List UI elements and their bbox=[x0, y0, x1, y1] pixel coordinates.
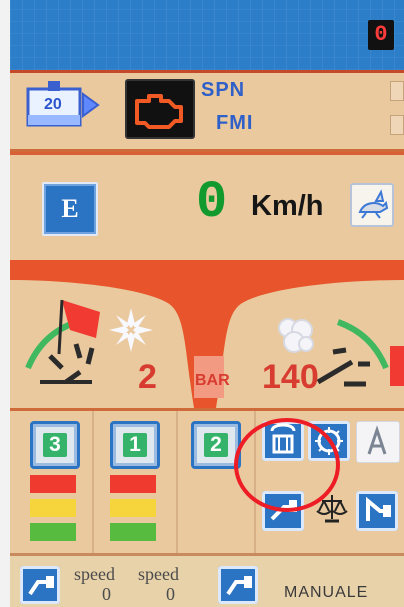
pressure-unit: BAR bbox=[195, 372, 230, 389]
gear-3-label: 3 bbox=[43, 433, 67, 457]
balance-symbol bbox=[316, 495, 348, 523]
controls-separator bbox=[92, 411, 94, 556]
gear-3-button[interactable]: 3 bbox=[30, 421, 80, 469]
status-bar-yellow bbox=[30, 499, 76, 517]
status-bar-green bbox=[30, 523, 76, 541]
tractor-display-screen: 0 20 SPN FMI E 0 Km/h 2 BAR 140 3 1 2 sp… bbox=[0, 0, 404, 607]
front-linkage-symbol bbox=[366, 496, 391, 521]
transmission-icon[interactable] bbox=[262, 421, 304, 461]
speed-left-label: speed bbox=[74, 564, 115, 584]
speed-left-value: 0 bbox=[102, 584, 111, 604]
speed-right-value: 0 bbox=[166, 584, 175, 604]
fmi-label: FMI bbox=[216, 112, 254, 134]
speed-row: E 0 Km/h bbox=[10, 152, 404, 266]
mode-label: MANUALE bbox=[284, 584, 369, 601]
transmission-symbol bbox=[270, 423, 296, 454]
economy-mode-button[interactable]: E bbox=[42, 182, 98, 236]
rear-linkage-symbol bbox=[270, 500, 297, 521]
gear-3-status-bars bbox=[30, 475, 76, 547]
controls-separator bbox=[254, 411, 256, 556]
pto-symbol bbox=[315, 427, 343, 455]
top-status-bar: 0 bbox=[10, 0, 404, 73]
svg-text:20: 20 bbox=[44, 96, 62, 113]
gear-1-label: 1 bbox=[123, 433, 147, 457]
front-linkage-icon[interactable] bbox=[356, 491, 398, 531]
status-bar-red bbox=[30, 475, 76, 493]
gear-1-button[interactable]: 1 bbox=[110, 421, 160, 469]
fault-counter: 0 bbox=[368, 20, 394, 50]
hare-speed-button[interactable] bbox=[350, 183, 394, 227]
status-bar-red bbox=[110, 475, 156, 493]
spn-label: SPN bbox=[201, 79, 246, 101]
speed-unit: Km/h bbox=[251, 190, 324, 222]
gear-1-status-bars bbox=[110, 475, 156, 547]
status-bar-grid bbox=[10, 0, 404, 70]
gear-2-label: 2 bbox=[204, 433, 228, 457]
speed-right-button[interactable] bbox=[218, 566, 258, 604]
status-bar-yellow bbox=[110, 499, 156, 517]
coolant-temperature-icon: 20 bbox=[24, 81, 104, 139]
speed-right-label: speed bbox=[138, 564, 179, 584]
speed-value: 0 bbox=[196, 173, 228, 232]
hare-icon bbox=[358, 189, 389, 219]
status-bar-green bbox=[110, 523, 156, 541]
temperature-value: 140 bbox=[262, 358, 319, 396]
rear-linkage-icon[interactable] bbox=[262, 491, 304, 531]
pressure-value: 2 bbox=[138, 358, 157, 396]
speed-left-icon bbox=[28, 576, 54, 596]
coolant-temperature-graphic: 20 bbox=[26, 81, 100, 127]
pto-icon[interactable] bbox=[308, 421, 350, 461]
function-icon-grid bbox=[260, 421, 404, 561]
auto-icon[interactable] bbox=[356, 421, 400, 463]
bottom-panel: speed 0 speed 0 MANUALE bbox=[10, 553, 404, 607]
balance-icon[interactable] bbox=[314, 493, 350, 525]
speed-left-button[interactable] bbox=[20, 566, 60, 604]
auto-symbol bbox=[367, 425, 387, 455]
engine-warning-icon bbox=[125, 79, 195, 139]
controls-separator bbox=[176, 411, 178, 556]
gear-2-button[interactable]: 2 bbox=[191, 421, 241, 469]
speed-right-icon bbox=[226, 576, 252, 596]
spn-value-slot bbox=[390, 81, 404, 101]
gauges-panel: 2 BAR 140 bbox=[10, 260, 404, 408]
diagnostics-row: 20 SPN FMI bbox=[10, 73, 404, 152]
engine-symbol bbox=[135, 94, 183, 129]
screen-bezel bbox=[0, 0, 10, 607]
fmi-value-slot bbox=[390, 115, 404, 135]
